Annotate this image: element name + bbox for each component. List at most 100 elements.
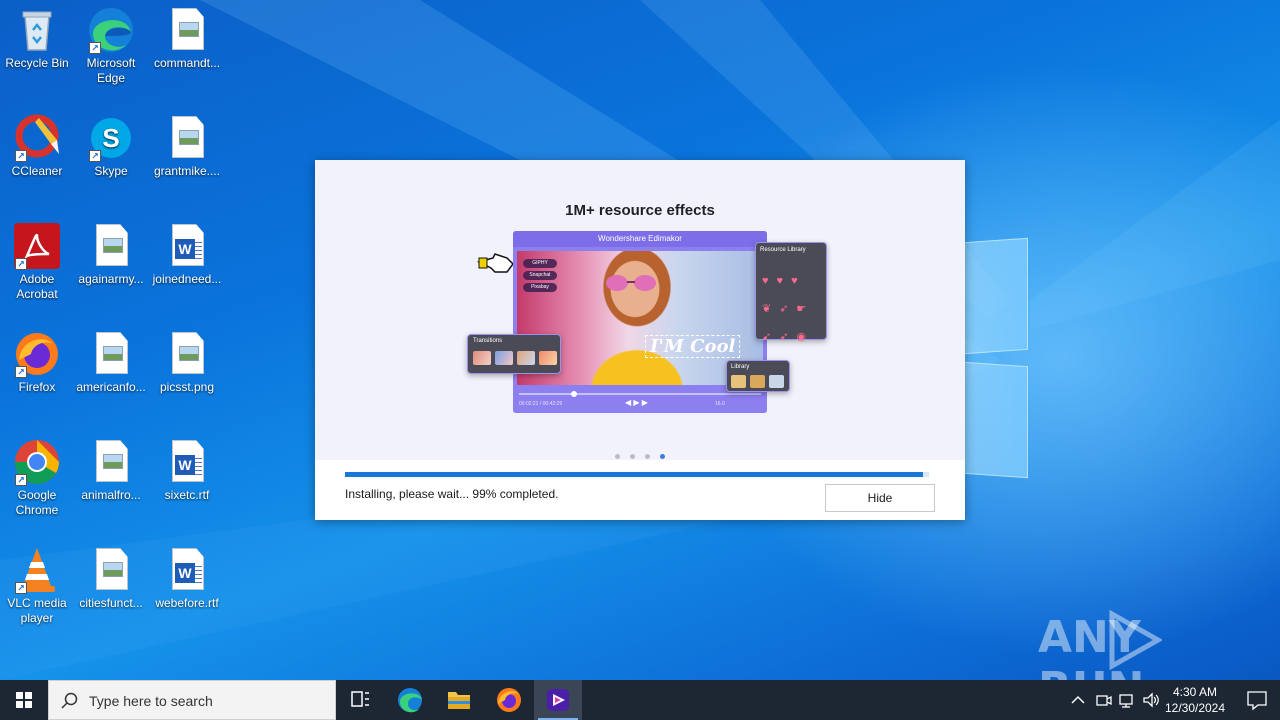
preview-titlebar: Wondershare Edimakor	[513, 231, 767, 247]
panel-label: Library	[731, 364, 750, 370]
search-placeholder: Type here to search	[89, 693, 213, 709]
volume-icon[interactable]	[1141, 690, 1161, 710]
edge-icon	[398, 688, 422, 713]
icon-label: CCleaner	[11, 164, 63, 178]
install-progress-bar	[345, 472, 929, 477]
adobe-acrobat-icon: ↗	[13, 222, 61, 270]
slide-dot-active[interactable]	[660, 454, 665, 459]
sticker-grid-icon: ♥♥♥ ❦➶☛ ➹➶◉	[762, 275, 815, 343]
progress-fill	[345, 472, 924, 477]
chip: Pixabay	[523, 283, 557, 292]
hide-button[interactable]: Hide	[825, 484, 935, 512]
slide-dot[interactable]	[645, 454, 650, 459]
chevron-up-icon[interactable]	[1068, 690, 1088, 710]
icon-label: sixetc.rtf	[164, 488, 210, 502]
desktop-icon-file[interactable]: W sixetc.rtf	[150, 438, 224, 503]
vlc-icon: ↗	[13, 546, 61, 594]
word-file-icon: W	[163, 222, 211, 270]
firefox-icon: ↗	[13, 330, 61, 378]
overlay-text: I'M Cool	[645, 335, 741, 358]
system-clock[interactable]: 4:30 AM 12/30/2024	[1160, 684, 1230, 716]
taskbar-edimakor[interactable]	[534, 680, 582, 720]
ccleaner-icon: ↗	[13, 114, 61, 162]
library-panel: Library	[726, 360, 790, 392]
icon-label: animalfro...	[81, 488, 141, 502]
slide-dot[interactable]	[630, 454, 635, 459]
task-view-icon	[351, 691, 369, 707]
desktop-icon-vlc[interactable]: ↗ VLC media player	[0, 546, 74, 626]
icon-label: citiesfunct...	[79, 596, 143, 610]
taskbar-edge[interactable]	[386, 680, 434, 720]
icon-label: commandt...	[153, 56, 221, 70]
desktop-icon-file[interactable]: againarmy...	[74, 222, 148, 287]
panel-label: Transitions	[473, 338, 503, 344]
meet-now-icon[interactable]	[1093, 690, 1113, 710]
notification-icon	[1247, 691, 1267, 711]
recycle-bin-icon	[13, 6, 61, 54]
panel-label: Resource Library	[760, 247, 806, 253]
taskbar-file-explorer[interactable]	[435, 680, 483, 720]
word-file-icon: W	[163, 546, 211, 594]
windows-start-icon	[16, 692, 32, 708]
desktop-icon-recycle-bin[interactable]: Recycle Bin	[0, 6, 74, 71]
promo-banner: 1M+ resource effects Wondershare Edimako…	[315, 160, 965, 460]
desktop-icon-file[interactable]: W webefore.rtf	[150, 546, 224, 611]
resource-library-panel: Resource Library ♥♥♥ ❦➶☛ ➹➶◉	[755, 242, 827, 343]
desktop-icon-file[interactable]: americanfo...	[74, 330, 148, 395]
desktop-icon-file[interactable]: picsst.png	[150, 330, 224, 395]
transitions-panel: Transitions	[467, 334, 561, 374]
timecode: 00:02:21 / 00:42:29	[519, 401, 563, 407]
clock-date: 12/30/2024	[1164, 701, 1226, 715]
image-file-icon	[87, 438, 135, 486]
zoom-value: 16.0	[715, 401, 725, 407]
desktop-icon-skype[interactable]: S ↗ Skype	[74, 114, 148, 179]
pointing-hand-icon	[477, 253, 514, 273]
desktop-icon-microsoft-edge[interactable]: ↗ Microsoft Edge	[74, 6, 148, 86]
desktop-icon-adobe-acrobat[interactable]: ↗ Adobe Acrobat	[0, 222, 74, 302]
taskbar-search-box[interactable]: Type here to search	[48, 680, 336, 720]
search-icon	[61, 692, 78, 709]
desktop-icon-file[interactable]: animalfro...	[74, 438, 148, 503]
icon-label: Skype	[94, 164, 128, 178]
slide-indicator[interactable]	[315, 446, 965, 464]
icon-label: Google Chrome	[15, 488, 59, 517]
icon-label: againarmy...	[78, 272, 144, 286]
edimakor-app-icon	[547, 689, 569, 711]
edge-icon: ↗	[87, 6, 135, 54]
image-file-icon	[163, 6, 211, 54]
icon-label: Microsoft Edge	[86, 56, 136, 85]
desktop-icon-ccleaner[interactable]: ↗ CCleaner	[0, 114, 74, 179]
banner-title: 1M+ resource effects	[565, 202, 715, 219]
icon-label: webefore.rtf	[155, 596, 219, 610]
icon-label: americanfo...	[76, 380, 146, 394]
icon-label: grantmike....	[153, 164, 221, 178]
word-file-icon: W	[163, 438, 211, 486]
start-button[interactable]	[0, 680, 48, 720]
preview-controls: 00:02:21 / 00:42:29 ◀ ▶ ▶ 16.0	[513, 389, 767, 413]
icon-label: Firefox	[18, 380, 56, 394]
chip: GIPHY	[523, 259, 557, 268]
desktop-icon-file[interactable]: W joinedneed...	[150, 222, 224, 287]
desktop-icon-file[interactable]: citiesfunct...	[74, 546, 148, 611]
windows-logo-wallpaper	[964, 237, 1034, 480]
play-logo-icon	[1109, 610, 1162, 670]
image-file-icon	[87, 330, 135, 378]
playback-controls-icon: ◀ ▶ ▶	[625, 398, 648, 407]
notification-center-button[interactable]	[1236, 680, 1280, 720]
taskbar: Type here to search 4:30 AM 12/30/2024	[0, 680, 1280, 720]
desktop-icon-file[interactable]: grantmike....	[150, 114, 224, 179]
image-file-icon	[87, 222, 135, 270]
task-view-button[interactable]	[336, 680, 384, 720]
desktop-icon-google-chrome[interactable]: ↗ Google Chrome	[0, 438, 74, 518]
slide-dot[interactable]	[615, 454, 620, 459]
desktop: Recycle Bin ↗ CCleaner ↗ Adobe Acrobat ↗…	[0, 0, 1280, 680]
desktop-icon-firefox[interactable]: ↗ Firefox	[0, 330, 74, 395]
taskbar-firefox[interactable]	[485, 680, 533, 720]
desktop-icon-file[interactable]: commandt...	[150, 6, 224, 71]
icon-label: joinedneed...	[152, 272, 222, 286]
skype-icon: S ↗	[87, 114, 135, 162]
network-icon[interactable]	[1117, 690, 1137, 710]
chip: Snapchat	[523, 271, 557, 280]
icon-label: Recycle Bin	[5, 56, 69, 70]
icon-label: Adobe Acrobat	[16, 272, 58, 301]
